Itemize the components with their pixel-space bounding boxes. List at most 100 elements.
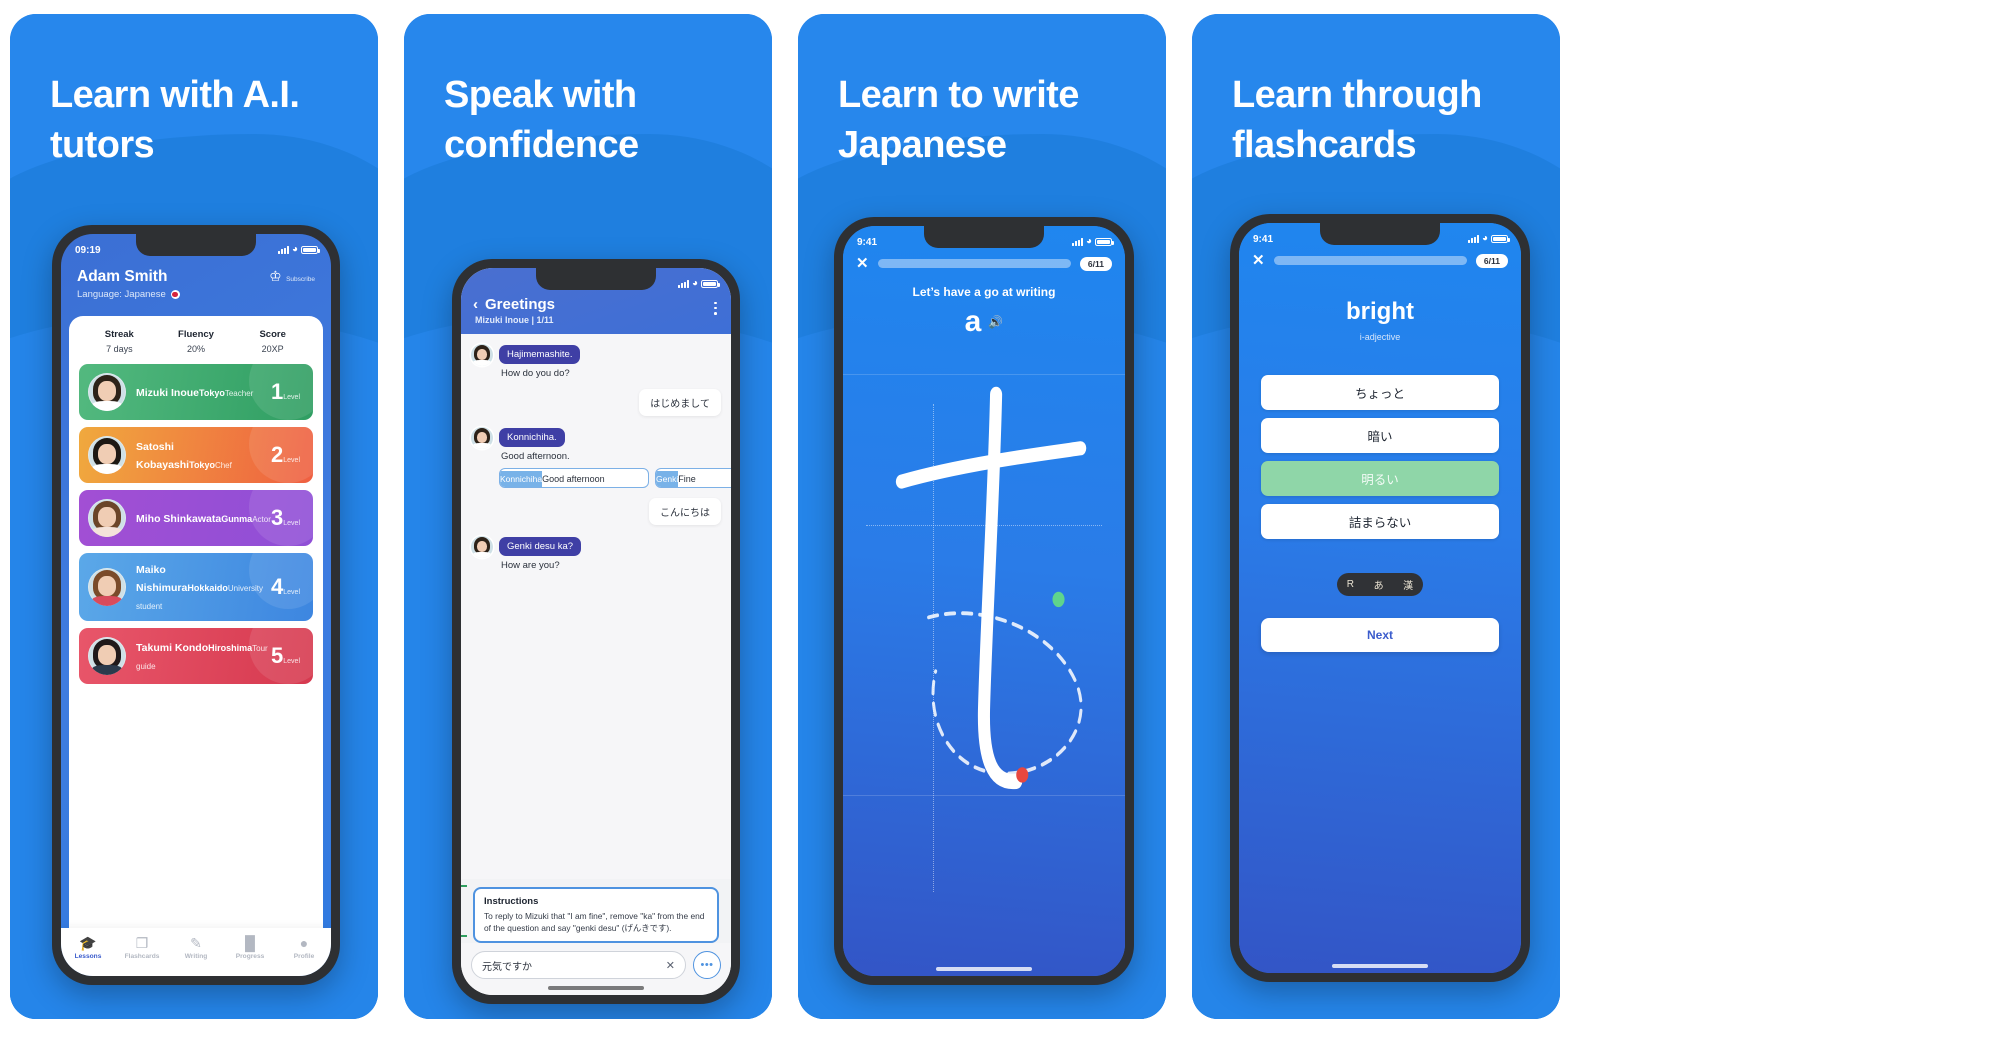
avatar-illustration bbox=[88, 436, 126, 474]
stroke-start-dot bbox=[1052, 591, 1065, 608]
tutor-card[interactable]: Maiko NishimuraHokkaidoUniversity studen… bbox=[79, 553, 313, 621]
tutor-card[interactable]: Satoshi KobayashiTokyoChef 2Level bbox=[79, 427, 313, 483]
chat-lesson-screen: ◕ ‹ Greetings Mizuki Inoue | 1/11 Hajime… bbox=[461, 268, 731, 995]
answer-option[interactable]: ちょっと bbox=[1261, 375, 1499, 410]
chat-message-user: はじめまして bbox=[471, 389, 721, 416]
bar-chart-icon: █ bbox=[245, 935, 255, 951]
screenshot-panel-learn-through-flashcards: Learn through flashcards 9:41 ◕ ✕ 6/11 b… bbox=[1192, 14, 1560, 1019]
progress-bar bbox=[1273, 256, 1467, 265]
avatar bbox=[88, 637, 126, 675]
tutors-list-screen: 09:19 ◕ Adam Smith Language: Japanese ♔ … bbox=[61, 234, 331, 976]
cellular-signal-icon bbox=[1071, 238, 1083, 246]
phone-mockup: 09:19 ◕ Adam Smith Language: Japanese ♔ … bbox=[52, 225, 340, 985]
home-indicator bbox=[1332, 964, 1428, 968]
avatar bbox=[471, 536, 493, 558]
phone-notch bbox=[1320, 223, 1440, 245]
answer-option[interactable]: 暗い bbox=[1261, 418, 1499, 453]
language-row: Language: Japanese bbox=[77, 289, 180, 300]
tutor-info: Satoshi KobayashiTokyoChef bbox=[136, 437, 271, 473]
battery-icon bbox=[701, 280, 720, 288]
chat-bubble-group: Genki desu ka? How are you? bbox=[499, 536, 582, 571]
answer-option[interactable]: 詰まらない bbox=[1261, 504, 1499, 539]
tutor-info: Maiko NishimuraHokkaidoUniversity studen… bbox=[136, 560, 271, 614]
japan-flag-icon bbox=[170, 290, 180, 299]
avatar-illustration bbox=[88, 499, 126, 537]
tutor-level-label: Level bbox=[283, 456, 300, 464]
tutor-level: 2Level bbox=[271, 443, 304, 467]
phone-screen: 9:41 ◕ ✕ 6/11 bbox=[843, 226, 1125, 976]
speaker-icon[interactable]: 🔊 bbox=[988, 315, 1003, 329]
status-bar-icons: ◕ bbox=[1071, 237, 1114, 247]
tutor-name: Mizuki Inoue bbox=[136, 387, 199, 399]
tab-flashcards[interactable]: ❐ Flashcards bbox=[115, 936, 169, 960]
chat-input-value: 元気ですか bbox=[482, 961, 532, 973]
tutor-city: Hokkaido bbox=[187, 583, 228, 593]
app-store-screenshot-gallery: Learn with A.I. tutors 09:19 ◕ Adam Smit… bbox=[0, 0, 1990, 1042]
answer-option-correct[interactable]: 明るい bbox=[1261, 461, 1499, 496]
vocabulary-card[interactable]: GenkiFine bbox=[655, 468, 731, 488]
stroke-illustration bbox=[895, 386, 1087, 790]
avatar bbox=[88, 499, 126, 537]
tab-profile[interactable]: ● Profile bbox=[277, 936, 331, 960]
wifi-icon: ◕ bbox=[291, 244, 298, 255]
phone-notch bbox=[536, 268, 656, 290]
phone-mockup: 9:41 ◕ ✕ 6/11 bbox=[834, 217, 1134, 985]
close-x-icon[interactable]: ✕ bbox=[856, 256, 869, 271]
close-x-icon[interactable]: ✕ bbox=[1252, 253, 1265, 268]
chat-bubble-translation: Good afternoon. bbox=[501, 451, 570, 462]
mic-dots-icon[interactable]: ••• bbox=[693, 951, 721, 979]
tab-writing[interactable]: ✎ Writing bbox=[169, 936, 223, 960]
status-bar-icons: ◕ bbox=[1467, 234, 1510, 244]
tutor-card[interactable]: Mizuki InoueTokyoTeacher 1Level bbox=[79, 364, 313, 420]
user-name: Adam Smith bbox=[77, 268, 168, 285]
instructions-title: Instructions bbox=[484, 895, 539, 907]
phone-screen: 9:41 ◕ ✕ 6/11 bbox=[1239, 223, 1521, 973]
instructions-wrap: Instructions To reply to Mizuki that "I … bbox=[461, 879, 731, 943]
tutor-card[interactable]: Takumi KondoHiroshimaTour guide 5Level bbox=[79, 628, 313, 684]
stroke-end-dot bbox=[1016, 767, 1029, 783]
close-x-icon[interactable]: ✕ bbox=[666, 959, 675, 972]
chat-bubble-user-text: こんにちは bbox=[649, 498, 721, 525]
tutor-card[interactable]: Miho ShinkawataGunmaActor 3Level bbox=[79, 490, 313, 546]
phone-screen: 09:19 ◕ Adam Smith Language: Japanese ♔ … bbox=[61, 234, 331, 976]
battery-icon bbox=[301, 246, 320, 254]
vocabulary-card[interactable]: KonnichihaGood afternoon bbox=[499, 468, 649, 488]
tutor-level: 1Level bbox=[271, 380, 304, 404]
writing-canvas[interactable] bbox=[843, 374, 1125, 976]
tab-label: Writing bbox=[184, 953, 208, 960]
chat-input[interactable]: 元気ですか ✕ bbox=[471, 951, 686, 979]
chevron-left-icon[interactable]: ‹ bbox=[473, 297, 478, 312]
panel-title: Speak with confidence bbox=[444, 74, 639, 167]
battery-icon bbox=[1491, 235, 1510, 243]
phone-screen: ◕ ‹ Greetings Mizuki Inoue | 1/11 Hajime… bbox=[461, 268, 731, 995]
chat-message-tutor: Hajimemashite. How do you do? bbox=[471, 344, 721, 379]
tutor-city: Gunma bbox=[221, 514, 253, 524]
tutor-name: Miho Shinkawata bbox=[136, 513, 222, 525]
chat-message-tutor: Konnichiha. Good afternoon. KonnichihaGood… bbox=[471, 427, 731, 488]
tab-lessons[interactable]: 🎓 Lessons bbox=[61, 936, 115, 960]
status-bar-icons: ◕ bbox=[277, 244, 320, 255]
status-bar-time: 09:19 bbox=[75, 244, 101, 256]
lesson-title: Greetings bbox=[485, 296, 556, 313]
tab-progress[interactable]: █ Progress bbox=[223, 936, 277, 960]
chat-bubble-group: Konnichiha. Good afternoon. KonnichihaGood… bbox=[499, 427, 731, 488]
chat-message-list[interactable]: Hajimemashite. How do you do? はじめまして Konnic… bbox=[461, 334, 731, 879]
vocabulary-card-list: KonnichihaGood afternoon GenkiFine bbox=[499, 468, 731, 488]
subscribe-button[interactable]: ♔ Subscribe bbox=[269, 268, 315, 286]
tutor-level: 3Level bbox=[271, 506, 304, 530]
kebab-menu-icon[interactable] bbox=[714, 299, 717, 317]
script-toggle-option[interactable]: R bbox=[1347, 579, 1354, 590]
script-toggle-option[interactable]: あ bbox=[1374, 577, 1384, 592]
instructions-panel: Instructions To reply to Mizuki that "I … bbox=[473, 886, 719, 943]
tutor-city: Tokyo bbox=[199, 388, 225, 398]
tutor-info: Miho ShinkawataGunmaActor bbox=[136, 509, 271, 527]
subscribe-label: Subscribe bbox=[286, 276, 315, 283]
person-icon: ● bbox=[299, 935, 309, 951]
chat-bubble-group: Hajimemashite. How do you do? bbox=[499, 344, 581, 379]
script-toggle[interactable]: Rあ漢 bbox=[1337, 573, 1423, 596]
avatar-illustration bbox=[471, 344, 493, 366]
cellular-signal-icon bbox=[677, 280, 689, 288]
chat-bubble-romaji: Konnichiha. bbox=[499, 428, 565, 447]
next-button[interactable]: Next bbox=[1261, 618, 1499, 652]
script-toggle-option[interactable]: 漢 bbox=[1403, 577, 1413, 592]
